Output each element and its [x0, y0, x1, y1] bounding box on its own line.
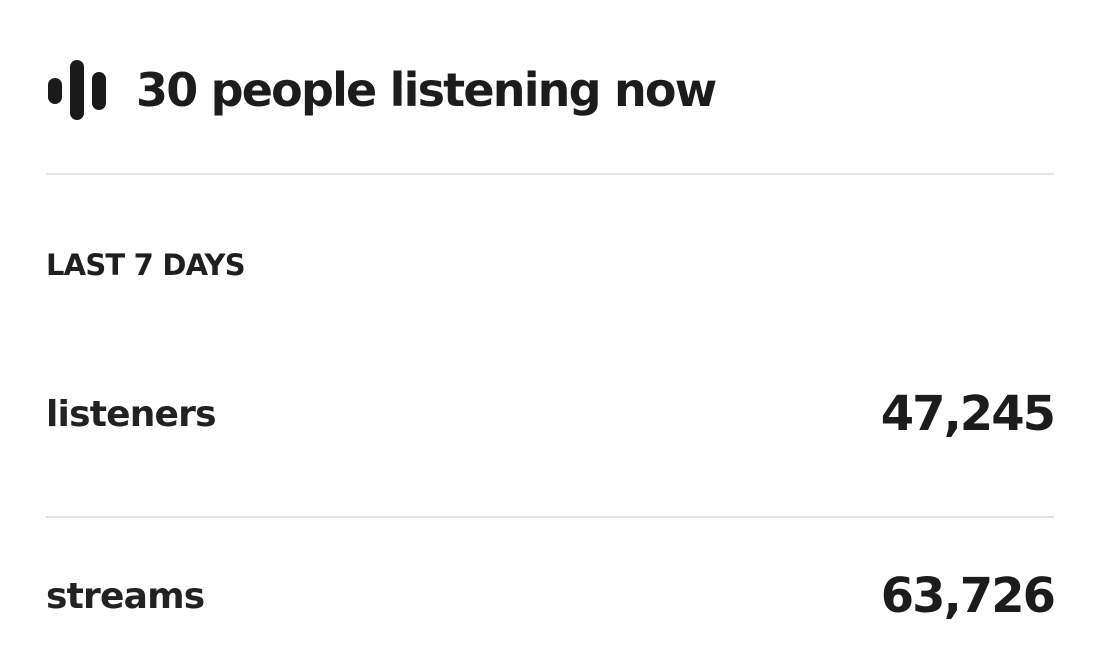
listeners-label: listeners [46, 393, 217, 435]
streams-label: streams [46, 575, 205, 617]
divider [46, 173, 1054, 175]
live-listeners-header: 30 people listening now [46, 58, 717, 122]
audio-bars-icon [48, 60, 106, 120]
divider [46, 516, 1054, 518]
listeners-row: listeners 47,245 [46, 384, 1056, 444]
listeners-value: 47,245 [880, 386, 1056, 442]
streams-row: streams 63,726 [46, 566, 1056, 626]
period-label: LAST 7 DAYS [46, 248, 246, 282]
streams-value: 63,726 [880, 568, 1056, 624]
live-listeners-text: 30 people listening now [136, 63, 717, 117]
